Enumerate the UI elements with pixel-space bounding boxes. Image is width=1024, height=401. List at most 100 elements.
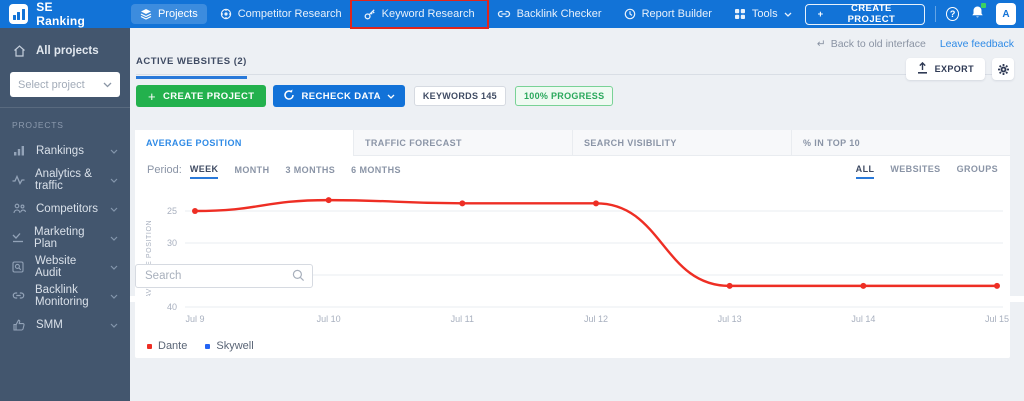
select-project-dropdown[interactable]: Select project — [10, 72, 120, 97]
search-icon — [292, 269, 305, 287]
sidebar-section-label: PROJECTS — [12, 120, 64, 130]
svg-text:Jul 11: Jul 11 — [451, 314, 474, 324]
home-icon — [12, 45, 26, 57]
chevron-down-icon — [110, 290, 118, 302]
average-position-chart: 25303540AVERAGE POSITIONJul 9Jul 10Jul 1… — [135, 184, 1010, 336]
grid-icon — [734, 8, 746, 20]
search-box — [135, 264, 313, 288]
scope-all[interactable]: ALL — [855, 161, 875, 179]
nav-keyword-research[interactable]: Keyword Research — [349, 0, 489, 29]
active-websites-tab[interactable]: ACTIVE WEBSITES (2) — [136, 56, 247, 79]
topbar-divider — [935, 6, 937, 22]
sidebar-item-website-audit[interactable]: Website Audit — [0, 252, 130, 281]
chevron-down-icon — [110, 319, 118, 331]
back-to-old-interface-link[interactable]: ↵ Back to old interface — [817, 38, 926, 50]
topbar-right: + CREATE PROJECT ? A — [804, 2, 1016, 25]
svg-text:Jul 15: Jul 15 — [985, 314, 1009, 324]
rankings-icon — [12, 145, 26, 156]
series-dot-icon — [147, 343, 152, 349]
analytics-icon — [12, 174, 25, 185]
tab-percent-in-top10[interactable]: % IN TOP 10 — [791, 130, 1010, 156]
link-icon — [497, 8, 511, 20]
sidebar-item-marketing-plan[interactable]: Marketing Plan — [0, 223, 130, 252]
layers-icon — [140, 8, 152, 20]
period-label: Period: — [147, 164, 182, 176]
next-card-edge — [130, 296, 1024, 302]
nav-backlink-checker[interactable]: Backlink Checker — [488, 4, 611, 24]
sidebar-divider — [0, 107, 130, 108]
settings-gear-icon[interactable] — [992, 58, 1014, 80]
chevron-down-icon — [784, 12, 792, 17]
period-3-months[interactable]: 3 MONTHS — [285, 162, 335, 178]
sidebar-item-analytics-traffic[interactable]: Analytics & traffic — [0, 165, 130, 194]
sidebar-item-backlink-monitoring[interactable]: Backlink Monitoring — [0, 281, 130, 310]
top-links: ↵ Back to old interface Leave feedback — [817, 38, 1014, 50]
main-nav: Projects Competitor Research Keyword Res… — [130, 0, 805, 29]
actions-row: + CREATE PROJECT RECHECK DATA KEYWORDS 1… — [136, 85, 614, 107]
export-row: EXPORT — [905, 58, 1014, 80]
backlink-monitoring-icon — [12, 290, 25, 301]
chevron-down-icon — [103, 79, 112, 91]
period-month[interactable]: MONTH — [234, 162, 269, 178]
chart-svg: 25303540AVERAGE POSITIONJul 9Jul 10Jul 1… — [146, 197, 1009, 324]
tab-average-position[interactable]: AVERAGE POSITION — [135, 130, 353, 156]
refresh-icon — [283, 89, 295, 104]
se-ranking-app: SE Ranking Projects Competitor Research … — [0, 0, 1024, 401]
legend-item-dante[interactable]: Dante — [147, 340, 187, 352]
period-week[interactable]: WEEK — [189, 161, 219, 179]
chart-card: AVERAGE POSITION TRAFFIC FORECAST SEARCH… — [135, 130, 1010, 358]
scope-groups[interactable]: GROUPS — [957, 161, 998, 179]
chevron-down-icon — [387, 91, 395, 102]
svg-text:Jul 13: Jul 13 — [718, 314, 742, 324]
chevron-down-icon — [110, 203, 118, 215]
chart-tabs: AVERAGE POSITION TRAFFIC FORECAST SEARCH… — [135, 130, 1010, 156]
marketing-plan-icon — [12, 232, 24, 243]
help-icon[interactable]: ? — [946, 7, 960, 21]
se-ranking-logo[interactable] — [9, 4, 29, 24]
series-dot-icon — [205, 343, 211, 349]
period-row: Period: WEEK MONTH 3 MONTHS 6 MONTHS ALL… — [135, 156, 1010, 184]
legend-item-skywell[interactable]: Skywell — [205, 340, 254, 352]
chevron-down-icon — [110, 145, 118, 157]
keywords-badge: KEYWORDS 145 — [413, 86, 506, 106]
nav-tools[interactable]: Tools — [725, 4, 801, 24]
tab-search-visibility[interactable]: SEARCH VISIBILITY — [572, 130, 791, 156]
clock-icon — [624, 8, 636, 20]
chevron-down-icon — [110, 261, 118, 273]
return-arrow-icon: ↵ — [816, 38, 826, 50]
nav-competitor-research[interactable]: Competitor Research — [211, 4, 351, 24]
create-project-button[interactable]: + CREATE PROJECT — [136, 85, 267, 107]
leave-feedback-link[interactable]: Leave feedback — [940, 38, 1014, 50]
period-6-months[interactable]: 6 MONTHS — [351, 162, 401, 178]
progress-badge: 100% PROGRESS — [514, 86, 614, 106]
svg-text:Jul 9: Jul 9 — [185, 314, 204, 324]
export-button[interactable]: EXPORT — [905, 58, 985, 80]
radar-icon — [220, 8, 232, 20]
tab-traffic-forecast[interactable]: TRAFFIC FORECAST — [353, 130, 572, 156]
competitors-icon — [12, 203, 26, 214]
chevron-down-icon — [110, 232, 118, 244]
search-input[interactable] — [135, 264, 313, 288]
recheck-data-button[interactable]: RECHECK DATA — [273, 85, 405, 107]
svg-text:40: 40 — [167, 302, 177, 312]
sidebar-item-smm[interactable]: SMM — [0, 310, 130, 339]
user-avatar[interactable]: A — [996, 3, 1016, 25]
nav-projects[interactable]: Projects — [130, 4, 207, 24]
header-divider — [136, 74, 1008, 75]
sidebar-item-rankings[interactable]: Rankings — [0, 136, 130, 165]
create-project-button-top[interactable]: + CREATE PROJECT — [804, 3, 926, 25]
sidebar-all-projects[interactable]: All projects — [0, 36, 130, 66]
notifications-bell-icon[interactable] — [971, 2, 987, 24]
svg-text:Jul 14: Jul 14 — [851, 314, 875, 324]
brand-name: SE Ranking — [36, 0, 85, 28]
main-content: ↵ Back to old interface Leave feedback A… — [130, 28, 1024, 401]
scope-websites[interactable]: WEBSITES — [890, 161, 940, 179]
sidebar: All projects Select project PROJECTS Ran… — [0, 28, 130, 401]
scope-tabs: ALL WEBSITES GROUPS — [840, 161, 998, 179]
chevron-down-icon — [110, 174, 118, 186]
notification-dot — [981, 2, 987, 8]
key-icon — [364, 8, 376, 20]
export-icon — [917, 61, 928, 76]
sidebar-item-competitors[interactable]: Competitors — [0, 194, 130, 223]
nav-report-builder[interactable]: Report Builder — [615, 4, 721, 24]
